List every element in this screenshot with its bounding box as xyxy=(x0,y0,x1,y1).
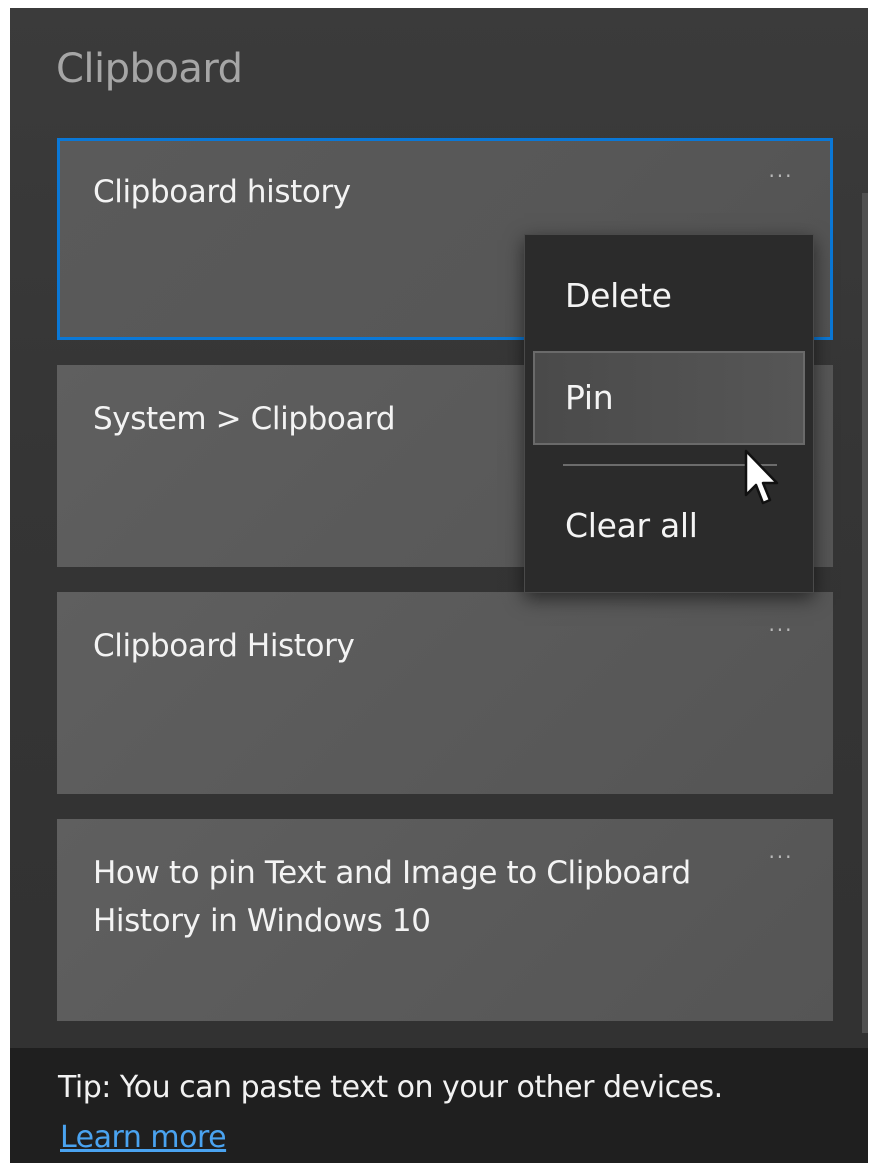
clipboard-item[interactable]: Clipboard History ··· xyxy=(57,592,833,794)
learn-more-link[interactable]: Learn more xyxy=(60,1120,227,1155)
more-options-icon[interactable]: ··· xyxy=(759,845,803,869)
more-options-icon[interactable]: ··· xyxy=(759,164,803,188)
mouse-pointer-icon xyxy=(744,449,779,505)
more-options-icon[interactable]: ··· xyxy=(759,618,803,642)
context-menu: Delete Pin Clear all xyxy=(524,234,814,593)
tip-text: Tip: You can paste text on your other de… xyxy=(58,1070,723,1105)
menu-item-delete[interactable]: Delete xyxy=(533,249,805,343)
clipboard-item[interactable]: How to pin Text and Image to Clipboard H… xyxy=(57,819,833,1021)
menu-item-pin[interactable]: Pin xyxy=(533,351,805,445)
panel-title: Clipboard xyxy=(56,46,243,92)
clipboard-item-text: Clipboard history xyxy=(93,174,351,210)
clipboard-item-text: How to pin Text and Image to Clipboard H… xyxy=(93,855,691,939)
clipboard-item-text: Clipboard History xyxy=(93,628,355,664)
clipboard-panel: Clipboard Clipboard history ··· System >… xyxy=(10,8,868,1163)
scrollbar[interactable] xyxy=(862,193,868,1033)
tip-bar: Tip: You can paste text on your other de… xyxy=(10,1048,868,1163)
